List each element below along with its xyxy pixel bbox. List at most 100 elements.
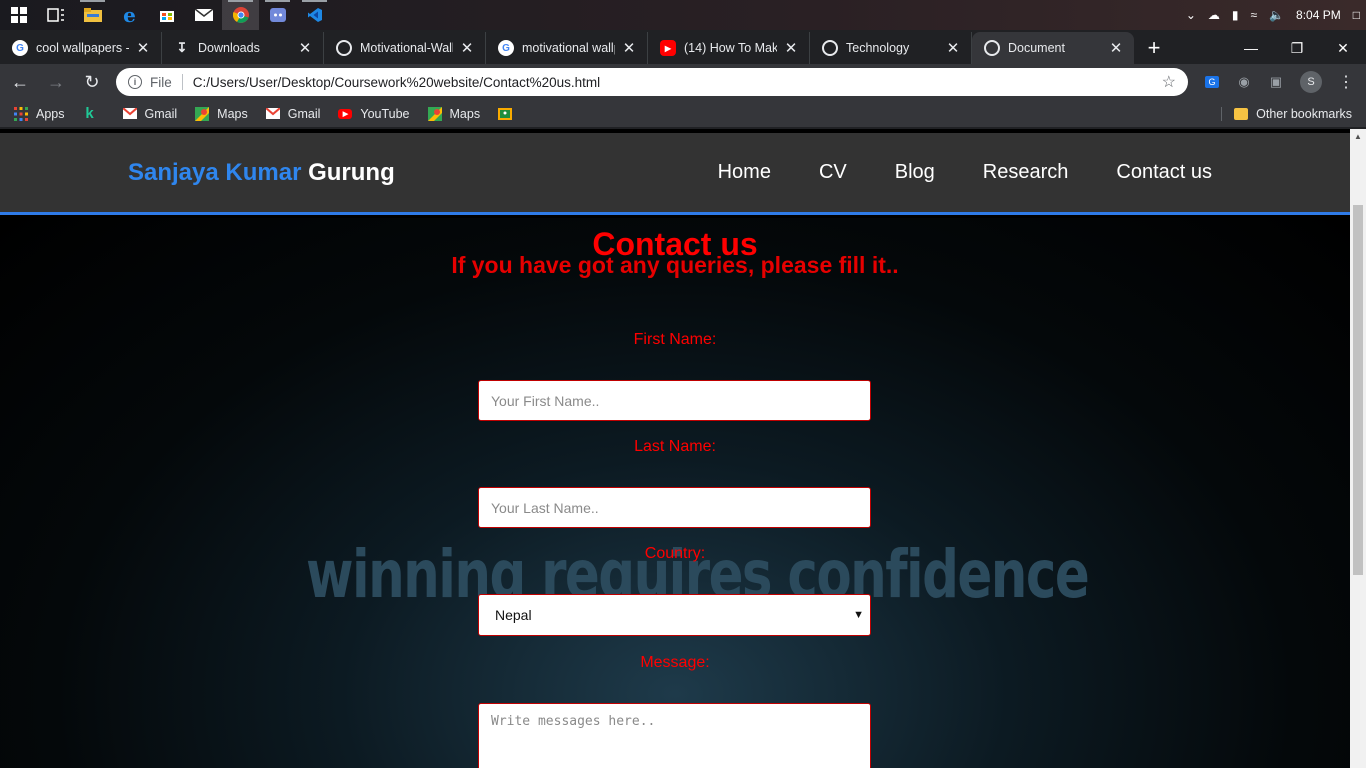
- other-bookmarks-label: Other bookmarks: [1256, 106, 1352, 121]
- folder-icon: [1234, 107, 1249, 120]
- reload-button[interactable]: ↻: [76, 66, 108, 98]
- address-bar[interactable]: i File C:/Users/User/Desktop/Coursework%…: [116, 68, 1188, 96]
- bookmark-label: Maps: [449, 106, 481, 121]
- system-tray: ⌄ ☁ ▮ ≈ 🔈 8:04 PM □: [1180, 0, 1366, 30]
- minimize-icon[interactable]: —: [1228, 40, 1274, 56]
- close-tab-icon[interactable]: ✕: [135, 39, 151, 57]
- nav-contact[interactable]: Contact us: [1116, 161, 1212, 184]
- bookmark-label: Apps: [36, 106, 65, 121]
- wifi-icon[interactable]: ≈: [1251, 8, 1258, 22]
- browser-tab[interactable]: ↧ Downloads ✕: [162, 32, 324, 64]
- browser-tab[interactable]: G cool wallpapers - G ✕: [0, 32, 162, 64]
- browser-tab-strip: G cool wallpapers - G ✕ ↧ Downloads ✕ Mo…: [0, 30, 1366, 64]
- scrollbar-thumb[interactable]: [1353, 205, 1363, 575]
- bookmark-label: Gmail: [287, 106, 321, 121]
- scroll-up-icon[interactable]: ▲: [1350, 129, 1366, 145]
- country-select[interactable]: Nepal ▼: [478, 594, 871, 636]
- page-scrollbar[interactable]: ▲: [1350, 129, 1366, 768]
- maps-icon: [195, 106, 210, 121]
- bookmark-k[interactable]: k: [83, 105, 105, 122]
- first-name-input[interactable]: [478, 380, 871, 421]
- discord-icon[interactable]: [259, 0, 296, 30]
- task-view-icon[interactable]: [37, 0, 74, 30]
- google-icon: G: [498, 40, 514, 56]
- bookmark-apps[interactable]: Apps: [14, 106, 65, 121]
- divider: [181, 74, 183, 90]
- tab-title: Document: [1008, 41, 1065, 55]
- edge-icon[interactable]: e: [111, 0, 148, 30]
- tab-title: motivational wallp: [522, 41, 615, 55]
- file-explorer-icon[interactable]: [74, 0, 111, 30]
- store-icon[interactable]: [148, 0, 185, 30]
- taskbar-clock[interactable]: 8:04 PM: [1296, 8, 1341, 22]
- close-tab-icon[interactable]: ✕: [945, 39, 961, 57]
- chrome-taskbar-icon[interactable]: [222, 0, 259, 30]
- browser-tab[interactable]: Motivational-Wallp ✕: [324, 32, 486, 64]
- youtube-icon: ▶: [338, 108, 353, 119]
- new-tab-button[interactable]: +: [1138, 32, 1170, 64]
- maps-icon: [427, 106, 442, 121]
- site-menu: Home CV Blog Research Contact us: [670, 161, 1212, 184]
- extension-icon[interactable]: ◉: [1228, 68, 1260, 96]
- youtube-icon: ▶: [660, 40, 676, 56]
- bookmark-gmail[interactable]: Gmail: [265, 106, 321, 121]
- browser-tab-active[interactable]: Document ✕: [972, 32, 1134, 64]
- bookmark-youtube[interactable]: ▶ YouTube: [338, 107, 410, 121]
- close-tab-icon[interactable]: ✕: [783, 39, 799, 57]
- restore-icon[interactable]: ❐: [1274, 40, 1320, 57]
- nav-blog[interactable]: Blog: [895, 161, 935, 184]
- tab-title: Technology: [846, 41, 910, 55]
- classroom-icon: [498, 107, 513, 121]
- back-button[interactable]: ←: [4, 66, 36, 98]
- volume-icon[interactable]: 🔈: [1269, 8, 1284, 22]
- nav-home[interactable]: Home: [718, 161, 771, 184]
- site-brand[interactable]: Sanjaya Kumar Gurung: [128, 159, 395, 187]
- country-label: Country:: [644, 545, 706, 562]
- download-icon: ↧: [176, 40, 188, 55]
- message-label: Message:: [640, 654, 710, 671]
- gmail-icon: [265, 107, 280, 121]
- brand-first: Sanjaya Kumar: [128, 158, 302, 186]
- close-window-icon[interactable]: ✕: [1320, 40, 1366, 57]
- onedrive-icon[interactable]: ☁: [1208, 8, 1220, 22]
- close-tab-icon[interactable]: ✕: [621, 39, 637, 57]
- url-scheme: File: [150, 74, 172, 90]
- page-viewport: winning requires confidence Sanjaya Kuma…: [0, 129, 1366, 768]
- vscode-icon[interactable]: [296, 0, 333, 30]
- country-selected-value: Nepal: [495, 607, 532, 623]
- last-name-input[interactable]: [478, 487, 871, 528]
- site-info-icon[interactable]: i: [128, 75, 142, 89]
- last-name-label: Last Name:: [634, 438, 716, 455]
- tab-title: Downloads: [198, 41, 260, 55]
- url-text[interactable]: C:/Users/User/Desktop/Coursework%20websi…: [193, 75, 1162, 90]
- browser-tab[interactable]: G motivational wallp ✕: [486, 32, 648, 64]
- tab-title: (14) How To Make: [684, 41, 777, 55]
- close-tab-icon[interactable]: ✕: [1108, 39, 1124, 57]
- bookmark-classroom[interactable]: [498, 107, 520, 121]
- site-navbar: Sanjaya Kumar Gurung Home CV Blog Resear…: [0, 133, 1350, 215]
- google-icon: G: [12, 40, 28, 56]
- mail-icon[interactable]: [185, 0, 222, 30]
- close-tab-icon[interactable]: ✕: [297, 39, 313, 57]
- forward-button[interactable]: →: [40, 66, 72, 98]
- extension-icon[interactable]: G: [1196, 68, 1228, 96]
- bookmark-maps[interactable]: Maps: [195, 106, 248, 121]
- close-tab-icon[interactable]: ✕: [459, 39, 475, 57]
- notification-icon[interactable]: □: [1353, 8, 1360, 22]
- nav-research[interactable]: Research: [983, 161, 1069, 184]
- message-textarea[interactable]: [478, 703, 871, 768]
- tab-title: Motivational-Wallp: [360, 41, 453, 55]
- bookmark-star-icon[interactable]: ☆: [1162, 72, 1176, 92]
- battery-icon[interactable]: ▮: [1232, 8, 1239, 22]
- windows-start-icon[interactable]: [0, 0, 37, 30]
- browser-tab[interactable]: ▶ (14) How To Make ✕: [648, 32, 810, 64]
- extension-icon[interactable]: ▣: [1260, 68, 1292, 96]
- nav-cv[interactable]: CV: [819, 161, 847, 184]
- chevron-up-icon[interactable]: ⌄: [1186, 8, 1196, 22]
- menu-kebab-icon[interactable]: ⋮: [1330, 68, 1362, 96]
- browser-tab[interactable]: Technology ✕: [810, 32, 972, 64]
- profile-avatar[interactable]: S: [1300, 71, 1322, 93]
- other-bookmarks[interactable]: Other bookmarks: [1221, 106, 1352, 121]
- bookmark-gmail[interactable]: Gmail: [122, 107, 177, 121]
- bookmark-maps[interactable]: Maps: [427, 106, 481, 121]
